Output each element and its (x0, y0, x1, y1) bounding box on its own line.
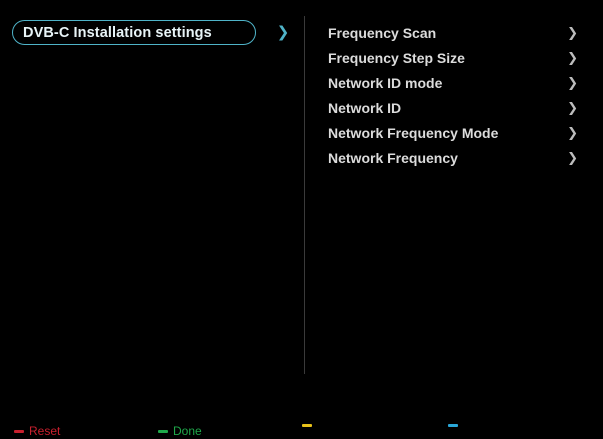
green-key-swatch (158, 429, 168, 433)
tv-settings-screen: DVB-C Installation settings ❯ Frequency … (0, 0, 603, 439)
submenu-item-network-id[interactable]: Network ID ❯ (318, 95, 586, 120)
submenu-item-frequency-step-size[interactable]: Frequency Step Size ❯ (318, 45, 586, 70)
menu-item-dvbc-installation-settings[interactable]: DVB-C Installation settings (12, 20, 256, 45)
chevron-right-icon: ❯ (567, 99, 578, 115)
submenu-pane: Frequency Scan ❯ Frequency Step Size ❯ N… (318, 20, 586, 170)
submenu-item-network-frequency-mode[interactable]: Network Frequency Mode ❯ (318, 120, 586, 145)
menu-item-label: DVB-C Installation settings (23, 24, 212, 41)
red-key-label: Reset (29, 424, 61, 438)
green-key-done[interactable]: Done (158, 424, 202, 438)
submenu-item-label: Network Frequency Mode (328, 124, 499, 141)
chevron-right-icon: ❯ (276, 24, 290, 41)
color-key-bar: Reset Done (0, 420, 603, 439)
chevron-right-icon: ❯ (567, 49, 578, 65)
submenu-item-label: Network Frequency (328, 149, 458, 166)
submenu-item-label: Network ID mode (328, 74, 443, 91)
yellow-key[interactable] (302, 424, 317, 427)
chevron-right-icon: ❯ (567, 24, 578, 40)
blue-key-swatch (448, 424, 458, 427)
submenu-item-network-frequency[interactable]: Network Frequency ❯ (318, 145, 586, 170)
green-key-label: Done (173, 424, 202, 438)
red-key-swatch (14, 429, 24, 433)
submenu-item-label: Network ID (328, 99, 402, 116)
chevron-right-icon: ❯ (567, 74, 578, 90)
submenu-item-label: Frequency Scan (328, 24, 437, 41)
pane-divider (304, 16, 305, 374)
submenu-item-frequency-scan[interactable]: Frequency Scan ❯ (318, 20, 586, 45)
blue-key[interactable] (448, 424, 463, 427)
red-key-reset[interactable]: Reset (14, 424, 60, 438)
submenu-item-network-id-mode[interactable]: Network ID mode ❯ (318, 70, 586, 95)
chevron-right-icon: ❯ (567, 149, 578, 165)
chevron-right-icon: ❯ (567, 124, 578, 140)
yellow-key-swatch (302, 424, 312, 427)
submenu-item-label: Frequency Step Size (328, 49, 465, 66)
left-menu-pane: DVB-C Installation settings ❯ (0, 0, 300, 400)
